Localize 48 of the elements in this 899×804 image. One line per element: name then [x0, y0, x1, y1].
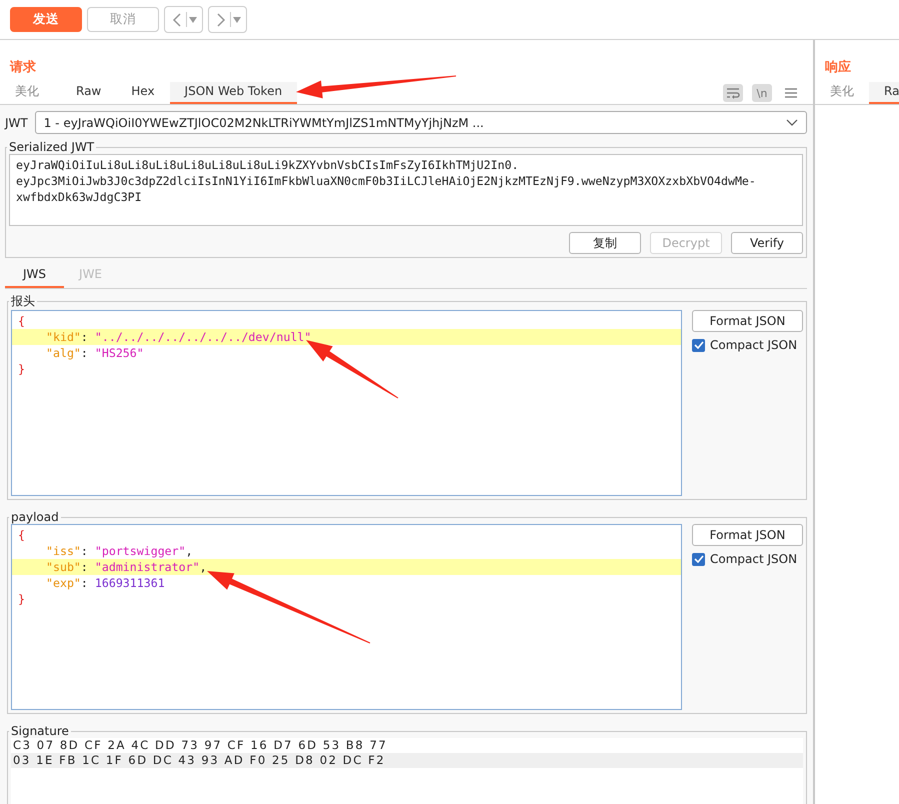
- checkbox-label: Compact JSON: [710, 552, 798, 566]
- code-line: {: [17, 527, 26, 543]
- check-icon: [694, 555, 704, 563]
- token-tab[interactable]: JWS: [5, 266, 64, 288]
- checkbox-label: Compact JSON: [710, 338, 798, 352]
- checkbox[interactable]: [692, 552, 705, 566]
- token-text: eyJpc3MiOiJwb3J0c3dpZ2dlciIsInN1YiI6ImFkbWluaXN0cmF0b3IiLCJleHAiOjE2NjkzMTEzNjF9.wweNzypM3XOXzxbXbVO4dwMe-: [16, 173, 757, 189]
- view-tab[interactable]: Hex: [116, 82, 170, 104]
- view-tab[interactable]: 美化: [0, 82, 61, 104]
- wrap-toggle[interactable]: [723, 84, 743, 102]
- chevron-icon: [215, 10, 227, 28]
- caret-icon: [233, 16, 241, 22]
- json-editor[interactable]: { "iss": "portswigger", "sub": "administrator", "exp": 1669311361 }: [11, 524, 682, 710]
- panel-legend: Serialized JWT: [7, 140, 96, 154]
- format-json-button[interactable]: Format JSON: [692, 524, 803, 546]
- field-label: JWT: [5, 116, 28, 130]
- code-line: }: [17, 591, 26, 607]
- code-line: "iss": "portswigger",: [45, 543, 194, 559]
- view-tab[interactable]: Ra: [869, 82, 899, 104]
- view-tab[interactable]: Raw: [61, 82, 116, 104]
- hex-row: 03 1E FB 1C 1F 6D DC 43 93 AD F0 25 D8 02 DC F2: [11, 753, 803, 768]
- checkbox[interactable]: [692, 338, 705, 352]
- action-button[interactable]: 复制: [569, 232, 641, 254]
- code-line: {: [17, 313, 26, 329]
- jwt-text-area[interactable]: eyJraWQiOiIuLi8uLi8uLi8uLi8uLi8uLi8uLi9kZXYvbnVsbCIsImFsZyI6IkhTMjU2In0. eyJpc3MiOiJwb3J0c3dpZ2dlciIsInN1YiI6ImFkbWluaXN0cmF0b3IiLCJleHAiOjE2NjkzMTEzNjF9.wweNzypM3XOXzxbXbVO4dwMe- xwfbdxDk63wJdgC3PI: [9, 154, 803, 226]
- action-button[interactable]: Verify: [731, 232, 803, 254]
- panel-legend: Signature: [9, 724, 71, 738]
- chevron-down-icon: [786, 119, 798, 126]
- format-json-button[interactable]: Format JSON: [692, 310, 803, 332]
- token-text: eyJraWQiOiIuLi8uLi8uLi8uLi8uLi8uLi8uLi9kZXYvbnVsbCIsImFsZyI6IkhTMjU2In0.: [16, 157, 520, 173]
- code-line: }: [17, 361, 26, 377]
- view-tab[interactable]: JSON Web Token: [170, 82, 298, 104]
- token-dropdown[interactable]: 1 - eyJraWQiOiI0YWEwZTJlOC02M2NkLTRiYWMtYmJlZS1mNTMyYjhjNzM ...: [34, 111, 807, 134]
- check-icon: [694, 341, 704, 349]
- menu-icon: [785, 88, 797, 98]
- wrap-icon: [726, 87, 740, 99]
- caret-icon: [189, 16, 197, 22]
- panel-legend: payload: [9, 510, 61, 524]
- hex-row-text: C3 07 8D CF 2A 4C DD 73 97 CF 16 D7 6D 53 B8 77: [12, 738, 388, 753]
- json-editor[interactable]: { "kid": "../../../../../../../dev/null" "alg": "HS256" }: [11, 310, 682, 496]
- view-tab[interactable]: 美化: [815, 82, 869, 104]
- panel-legend: 报头: [9, 293, 37, 310]
- token-text: xwfbdxDk63wJdgC3PI: [16, 189, 143, 205]
- code-line: "exp": 1669311361: [45, 575, 166, 591]
- pane-title: 请求: [8, 59, 37, 77]
- code-line: "alg": "HS256": [45, 345, 145, 361]
- pane-title: 响应: [824, 58, 852, 77]
- chevron-icon: [171, 10, 183, 28]
